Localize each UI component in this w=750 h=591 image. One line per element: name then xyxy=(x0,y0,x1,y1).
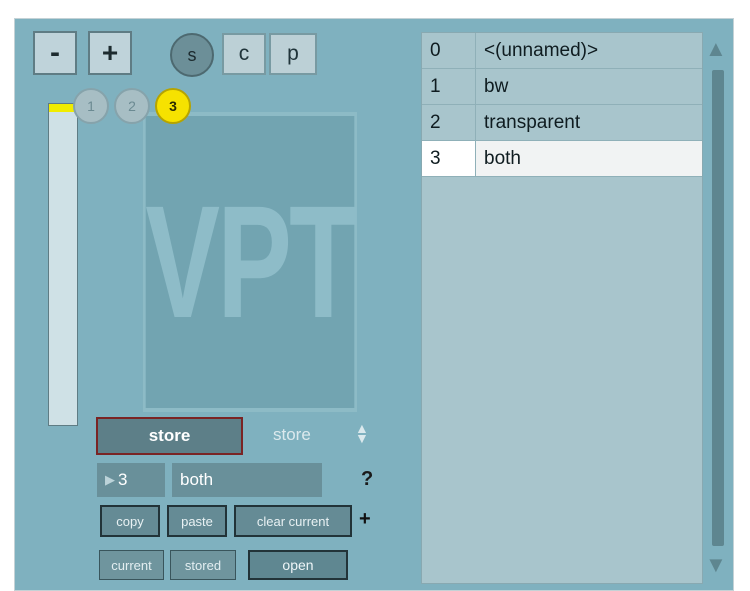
tab-stored[interactable]: stored xyxy=(170,550,236,580)
scroll-up-icon[interactable]: ▲ xyxy=(705,36,727,62)
vpt-logo-text: VPT xyxy=(145,172,357,351)
tab-current[interactable]: current xyxy=(99,550,164,580)
minus-button[interactable]: - xyxy=(33,31,77,75)
c-button[interactable]: c xyxy=(222,33,266,75)
list-item-name: both xyxy=(484,147,521,169)
play-arrow-icon: ▶ xyxy=(105,472,115,487)
preset-panel: - + s c p VPT 1 2 3 store store ▲ ▼ ▶ 3 b… xyxy=(14,18,734,591)
s-button[interactable]: s xyxy=(170,33,214,77)
paste-button[interactable]: paste xyxy=(167,505,227,537)
list-item-index: 2 xyxy=(422,105,476,140)
preset-2-button[interactable]: 2 xyxy=(114,88,150,124)
list-item[interactable]: 2 transparent xyxy=(422,105,702,141)
preset-number-field[interactable]: ▶ 3 xyxy=(97,463,165,497)
list-item-name: <(unnamed)> xyxy=(484,39,599,61)
list-item-selected[interactable]: 3 both xyxy=(422,141,702,177)
list-item-index: 3 xyxy=(422,141,476,176)
help-button[interactable]: ? xyxy=(361,468,373,491)
list-item-index: 0 xyxy=(422,33,476,68)
vpt-logo: VPT xyxy=(142,112,358,412)
level-slider[interactable] xyxy=(48,103,78,426)
preset-1-button[interactable]: 1 xyxy=(73,88,109,124)
list-item-index: 1 xyxy=(422,69,476,104)
s-button-label: s xyxy=(187,44,197,65)
store-button[interactable]: store xyxy=(96,417,243,455)
open-button[interactable]: open xyxy=(248,550,348,580)
preset-number-value: 3 xyxy=(118,470,128,489)
store-mode-updown-icon[interactable]: ▲ ▼ xyxy=(355,421,369,445)
list-scrollbar[interactable]: ▲ ▼ xyxy=(703,32,733,584)
add-preset-button[interactable]: + xyxy=(359,508,371,531)
p-button[interactable]: p xyxy=(269,33,317,75)
store-mode-label[interactable]: store xyxy=(273,425,311,445)
scroll-thumb[interactable] xyxy=(712,70,724,546)
list-item-name: transparent xyxy=(484,111,581,133)
copy-button[interactable]: copy xyxy=(100,505,160,537)
list-item[interactable]: 1 bw xyxy=(422,69,702,105)
clear-current-button[interactable]: clear current xyxy=(234,505,352,537)
preset-list[interactable]: 0 <(unnamed)> 1 bw 2 transparent 3 both xyxy=(421,32,703,584)
preset-name-field[interactable]: both xyxy=(172,463,322,497)
list-item[interactable]: 0 <(unnamed)> xyxy=(422,33,702,69)
list-item-name: bw xyxy=(484,75,509,97)
preset-3-button[interactable]: 3 xyxy=(155,88,191,124)
scroll-down-icon[interactable]: ▼ xyxy=(705,552,727,578)
plus-button[interactable]: + xyxy=(88,31,132,75)
